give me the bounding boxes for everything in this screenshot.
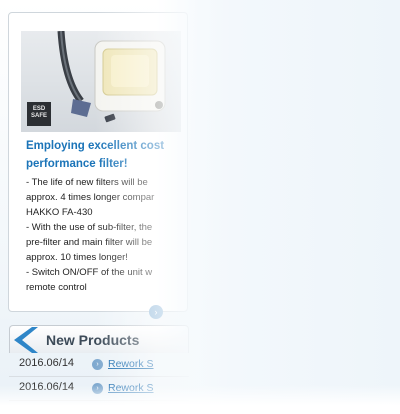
feature-line: - The life of new filters will be bbox=[26, 177, 148, 188]
feature-line: pre-filter and main filter will be bbox=[26, 237, 153, 248]
feature-line: approx. 10 times longer! bbox=[26, 252, 128, 263]
product-link[interactable]: Rework S bbox=[108, 382, 154, 394]
feature-description: - The life of new filters will be approx… bbox=[26, 175, 206, 295]
table-row: 2016.06/14 › Rework S bbox=[9, 377, 189, 401]
feature-line: HAKKO FA-430 bbox=[26, 207, 93, 218]
bullet-icon: › bbox=[92, 383, 103, 394]
product-link[interactable]: Rework S bbox=[108, 358, 154, 370]
esd-safe-badge: ESD SAFE bbox=[27, 102, 51, 126]
bullet-icon: › bbox=[92, 359, 103, 370]
chevron-left-icon[interactable] bbox=[10, 325, 38, 355]
feature-line: - With the use of sub-filter, the bbox=[26, 222, 153, 233]
arrow-right-icon[interactable]: › bbox=[149, 305, 163, 319]
product-date: 2016.06/14 bbox=[19, 357, 75, 369]
feature-line: approx. 4 times longer compar bbox=[26, 192, 155, 203]
product-date: 2016.06/14 bbox=[19, 381, 75, 393]
feature-panel: ESD SAFE Employing excellent cost perfor… bbox=[8, 12, 188, 319]
feature-line: - Switch ON/OFF of the unit w bbox=[26, 267, 153, 278]
product-photo[interactable]: ESD SAFE bbox=[21, 31, 181, 132]
feature-title[interactable]: Employing excellent cost performance fil… bbox=[26, 137, 196, 173]
new-products-title: New Products bbox=[46, 332, 140, 348]
new-products-header: New Products bbox=[9, 325, 189, 353]
feature-line: remote control bbox=[26, 282, 87, 293]
table-row: 2016.06/14 › Rework S bbox=[9, 353, 189, 377]
